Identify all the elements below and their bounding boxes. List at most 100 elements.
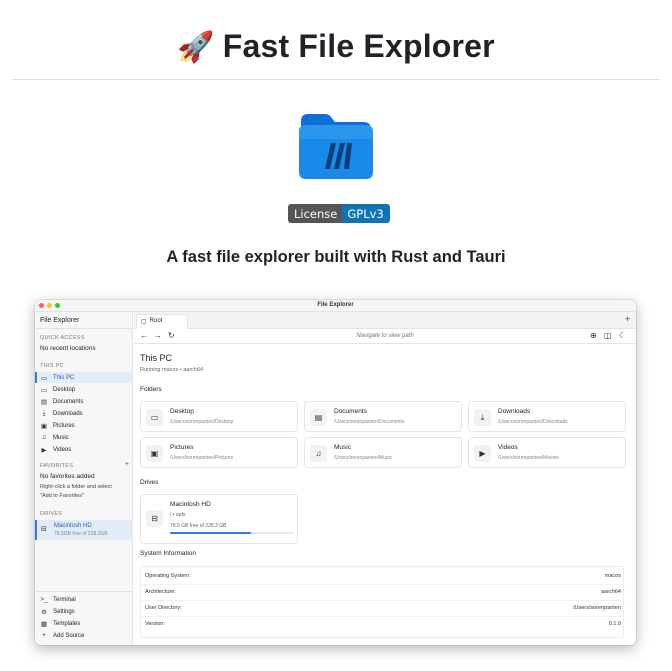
document-icon: ▤ [310, 409, 327, 426]
sysinfo-key: Version: [145, 621, 165, 627]
monitor-icon: ▭ [146, 409, 163, 426]
download-icon: ⤓ [42, 409, 46, 417]
add-favorite-button[interactable]: + [125, 461, 129, 468]
tab-root[interactable]: ▢ Root [136, 314, 188, 329]
folder-card-desktop[interactable]: ▭ Desktop /Users/sorenpanten/Desktop [140, 401, 298, 432]
page-subtitle: Running macos • aarch64 [140, 367, 204, 373]
badge-label: License [288, 204, 343, 223]
sysinfo-table: Operating System: macos Architecture: aa… [140, 566, 625, 638]
folder-path: /Users/sorenpanten/Downloads [498, 419, 568, 425]
drive-usage-fill [170, 532, 251, 534]
drive-name: Macintosh HD [54, 523, 92, 529]
folder-card-music[interactable]: ♫ Music /Users/sorenpanten/Music [304, 437, 462, 468]
settings-button[interactable]: ⚙ Settings [35, 606, 133, 617]
folder-card-pictures[interactable]: ▣ Pictures /Users/sorenpanten/Pictures [140, 437, 298, 468]
download-icon: ⤓ [474, 409, 491, 426]
readme-title-text: Fast File Explorer [222, 28, 495, 64]
music-icon: ♫ [310, 445, 327, 462]
sysinfo-row: Architecture: aarch64 [145, 585, 621, 599]
drive-card-free: 79.5 GB free of 228.3 GB [170, 523, 227, 529]
sysinfo-row: Operating System: macos [145, 569, 621, 583]
drive-card-fs: / • apfs [170, 512, 186, 518]
drive-icon: ⊟ [146, 510, 163, 527]
quick-access-heading: QUICK ACCESS [40, 335, 85, 341]
sysinfo-value: /Users/sorenpanten [573, 605, 621, 611]
video-icon: ▶ [41, 446, 47, 454]
navigation-bar: ← → ↻ Navigate to view path ⊕ ◫ ☾ [134, 329, 636, 344]
drive-icon: ⊟ [41, 526, 47, 533]
rocket-icon: 🚀 [177, 30, 215, 65]
sidebar-header: File Explorer [35, 312, 133, 329]
app-window: File Explorer File Explorer QUICK ACCESS… [35, 300, 636, 645]
image-icon: ▣ [40, 422, 48, 430]
folder-name: Documents [334, 408, 367, 415]
sidebar-footer: >_ Terminal ⚙ Settings ▦ Templates + Add Sou… [35, 591, 133, 645]
page-title: This PC [140, 353, 173, 363]
panel-toggle-icon[interactable]: ◫ [604, 331, 612, 340]
folder-path: /Users/sorenpanten/Music [334, 455, 393, 461]
plus-icon: + [42, 632, 46, 639]
sidebar-item-pictures[interactable]: ▣ Pictures [35, 420, 133, 431]
sidebar-item-music[interactable]: ♫ Music [35, 432, 133, 443]
main-pane: ▢ Root + ← → ↻ Navigate to view path ⊕ ◫ … [134, 312, 636, 645]
drive-card-macintosh-hd[interactable]: ⊟ Macintosh HD / • apfs 79.5 GB free of … [140, 494, 298, 544]
sidebar: File Explorer QUICK ACCESS No recent loc… [35, 312, 133, 645]
sysinfo-key: Architecture: [145, 589, 176, 595]
new-tab-button[interactable]: + [625, 314, 630, 324]
folder-name: Desktop [170, 408, 194, 415]
theme-toggle-icon[interactable]: ☾ [619, 331, 626, 340]
favorites-hint-line2: "Add to Favorites" [40, 493, 84, 499]
drive-usage-bar [170, 532, 294, 534]
terminal-icon: >_ [40, 596, 48, 603]
folder-name: Videos [498, 444, 518, 451]
drives-heading: DRIVES [40, 511, 63, 517]
folder-path: /Users/sorenpanten/Pictures [170, 455, 234, 461]
sidebar-item-this-pc[interactable]: ▭ This PC [35, 372, 133, 383]
sysinfo-heading: System Information [140, 550, 196, 557]
image-icon: ▣ [146, 445, 163, 462]
sidebar-item-documents[interactable]: ▤ Documents [35, 396, 133, 407]
sidebar-drive-macintosh-hd[interactable]: ⊟ Macintosh HD 79.5GB free of 228.3GB [35, 520, 133, 540]
title-divider [12, 79, 660, 80]
folder-path: /Users/sorenpanten/Desktop [170, 419, 234, 425]
folder-card-downloads[interactable]: ⤓ Downloads /Users/sorenpanten/Downloads [468, 401, 626, 432]
sysinfo-key: Operating System: [145, 573, 191, 579]
badge-value: GPLv3 [342, 204, 390, 223]
folders-heading: Folders [140, 386, 162, 393]
folder-name: Downloads [498, 408, 531, 415]
folder-path: /Users/sorenpanten/Movies [498, 455, 559, 461]
favorites-hint-line1: Right-click a folder and select [40, 484, 112, 490]
drive-free: 79.5GB free of 228.3GB [54, 531, 108, 537]
monitor-icon: ▭ [40, 386, 48, 394]
tab-bar: ▢ Root + [134, 312, 636, 329]
drive-card-name: Macintosh HD [170, 501, 211, 508]
folder-card-documents[interactable]: ▤ Documents /Users/sorenpanten/Documents [304, 401, 462, 432]
terminal-button[interactable]: >_ Terminal [35, 594, 133, 605]
monitor-icon: ▭ [40, 374, 48, 382]
sysinfo-key: User Directory: [145, 605, 182, 611]
favorites-heading: FAVORITES [40, 463, 74, 469]
window-titlebar: File Explorer [35, 300, 636, 312]
readme-title: 🚀 Fast File Explorer [0, 28, 672, 65]
folder-card-videos[interactable]: ▶ Videos /Users/sorenpanten/Movies [468, 437, 626, 468]
sidebar-item-desktop[interactable]: ▭ Desktop [35, 384, 133, 395]
gear-icon: ⚙ [41, 608, 47, 616]
video-icon: ▶ [474, 445, 491, 462]
license-badge[interactable]: License GPLv3 [288, 204, 390, 223]
templates-button[interactable]: ▦ Templates [35, 618, 133, 629]
sidebar-item-videos[interactable]: ▶ Videos [35, 444, 133, 455]
music-icon: ♫ [41, 434, 47, 441]
sysinfo-row: Version: 0.1.0 [145, 617, 621, 631]
folder-icon: ▢ [141, 319, 147, 325]
sidebar-item-downloads[interactable]: ⤓ Downloads [35, 408, 133, 419]
favorites-empty: No favorites added [40, 473, 95, 480]
folder-name: Music [334, 444, 351, 451]
folder-name: Pictures [170, 444, 194, 451]
path-input[interactable]: Navigate to view path [134, 333, 636, 339]
folder-logo-icon [299, 114, 373, 179]
zoom-icon[interactable]: ⊕ [590, 331, 597, 340]
add-source-button[interactable]: + Add Source [35, 630, 133, 641]
sysinfo-row: User Directory: /Users/sorenpanten [145, 601, 621, 615]
sysinfo-value: macos [604, 573, 621, 579]
template-icon: ▦ [40, 620, 48, 628]
